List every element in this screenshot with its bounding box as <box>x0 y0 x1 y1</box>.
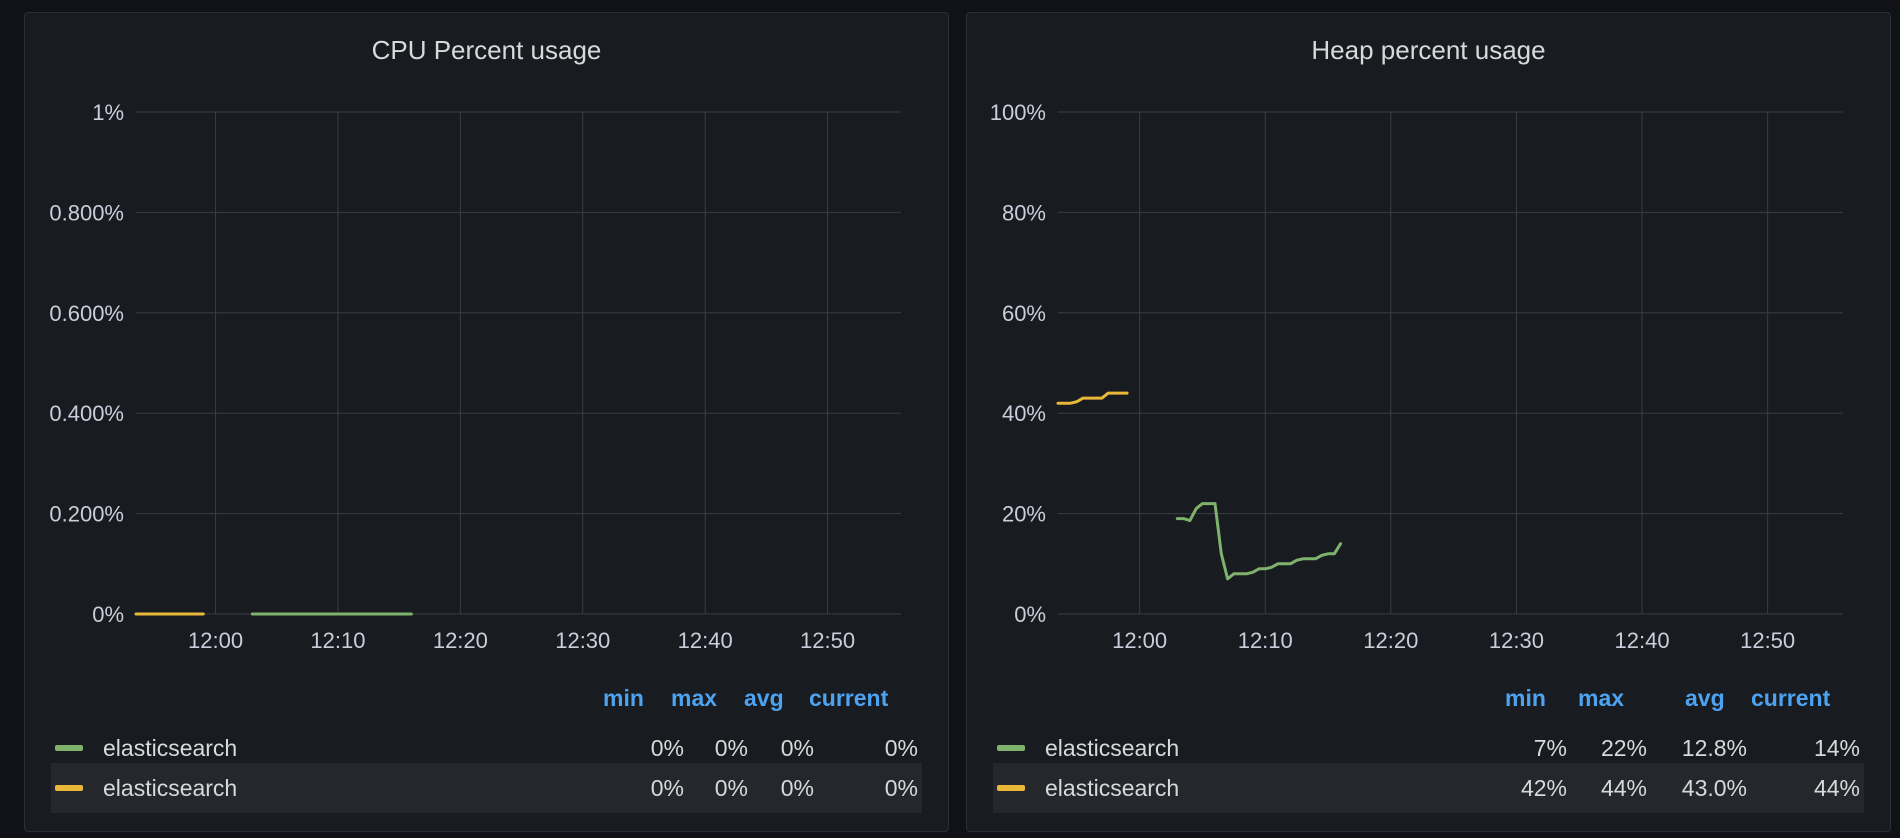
series-line-yellow <box>1056 391 1129 405</box>
x-tick-label: 12:30 <box>1489 628 1544 653</box>
y-tick-label: 60% <box>1002 301 1046 326</box>
legend-min-value: 42% <box>1520 775 1567 801</box>
legend-max-value: 44% <box>1600 775 1647 801</box>
y-tick-label: 40% <box>1002 401 1046 426</box>
cpu-graph[interactable]: 0% 0.200% 0.400% 0.600% 0.800% 1% 12:00 12:10 12… <box>25 13 950 673</box>
y-tick-label: 0.200% <box>49 502 124 527</box>
cpu-panel: CPU Percent usage 0% 0.200% 0.400% 0.600% 0.… <box>24 12 949 832</box>
y-tick-label: 0% <box>1014 602 1046 627</box>
legend-max-value: 0% <box>714 735 748 761</box>
legend-current-value: 44% <box>1813 775 1860 801</box>
y-tick-label: 20% <box>1002 502 1046 527</box>
legend-header: min max avg current <box>967 685 1890 717</box>
legend-col-avg[interactable]: avg <box>744 685 784 712</box>
y-tick-label: 0% <box>92 602 124 627</box>
x-tick-label: 12:50 <box>800 628 855 653</box>
legend-avg-value: 12.8% <box>1681 735 1747 761</box>
series-color-swatch[interactable] <box>997 745 1025 751</box>
x-tick-label: 12:00 <box>188 628 243 653</box>
y-tick-label: 0.800% <box>49 200 124 225</box>
legend-col-current[interactable]: current <box>809 685 888 712</box>
legend-col-current[interactable]: current <box>1751 685 1830 712</box>
legend-row-elasticsearch-yellow[interactable]: elasticsearch 0% 0% 0% 0% <box>51 763 922 813</box>
x-tick-label: 12:20 <box>1363 628 1418 653</box>
x-tick-label: 12:00 <box>1112 628 1167 653</box>
x-tick-label: 12:20 <box>433 628 488 653</box>
legend-max-value: 0% <box>714 775 748 801</box>
heap-panel: Heap percent usage 0% 20% 40% 60% 80% 100% 12:… <box>966 12 1891 832</box>
legend-max-value: 22% <box>1600 735 1647 761</box>
x-tick-label: 12:30 <box>555 628 610 653</box>
series-color-swatch[interactable] <box>997 785 1025 791</box>
series-name[interactable]: elasticsearch <box>103 775 237 802</box>
legend-avg-value: 0% <box>780 735 814 761</box>
legend-avg-value: 0% <box>780 775 814 801</box>
legend-col-min[interactable]: min <box>603 685 644 712</box>
x-tick-label: 12:40 <box>1615 628 1670 653</box>
heap-graph[interactable]: 0% 20% 40% 60% 80% 100% 12:00 12:10 12:20 12:30 12… <box>967 13 1892 673</box>
series-color-swatch[interactable] <box>55 745 83 751</box>
y-tick-label: 1% <box>92 100 124 125</box>
y-tick-label: 0.600% <box>49 301 124 326</box>
y-tick-label: 80% <box>1002 200 1046 225</box>
series-name[interactable]: elasticsearch <box>1045 735 1179 762</box>
series-name[interactable]: elasticsearch <box>1045 775 1179 802</box>
series-color-swatch[interactable] <box>55 785 83 791</box>
y-tick-label: 100% <box>990 100 1046 125</box>
legend-current-value: 0% <box>884 735 918 761</box>
series-line-green <box>1175 502 1343 581</box>
legend-avg-value: 43.0% <box>1681 775 1747 801</box>
x-tick-label: 12:10 <box>1238 628 1293 653</box>
y-tick-label: 0.400% <box>49 401 124 426</box>
legend-current-value: 0% <box>884 775 918 801</box>
legend-header: min max avg current <box>25 685 948 717</box>
x-tick-label: 12:50 <box>1740 628 1795 653</box>
x-tick-label: 12:10 <box>310 628 365 653</box>
legend-col-min[interactable]: min <box>1505 685 1546 712</box>
legend-col-max[interactable]: max <box>671 685 717 712</box>
x-tick-label: 12:40 <box>678 628 733 653</box>
legend-min-value: 7% <box>1533 735 1567 761</box>
series-name[interactable]: elasticsearch <box>103 735 237 762</box>
legend-min-value: 0% <box>650 775 684 801</box>
legend-col-avg[interactable]: avg <box>1685 685 1725 712</box>
legend-current-value: 14% <box>1813 735 1860 761</box>
legend-min-value: 0% <box>650 735 684 761</box>
legend-row-elasticsearch-yellow[interactable]: elasticsearch 42% 44% 43.0% 44% <box>993 763 1864 813</box>
legend-col-max[interactable]: max <box>1578 685 1624 712</box>
